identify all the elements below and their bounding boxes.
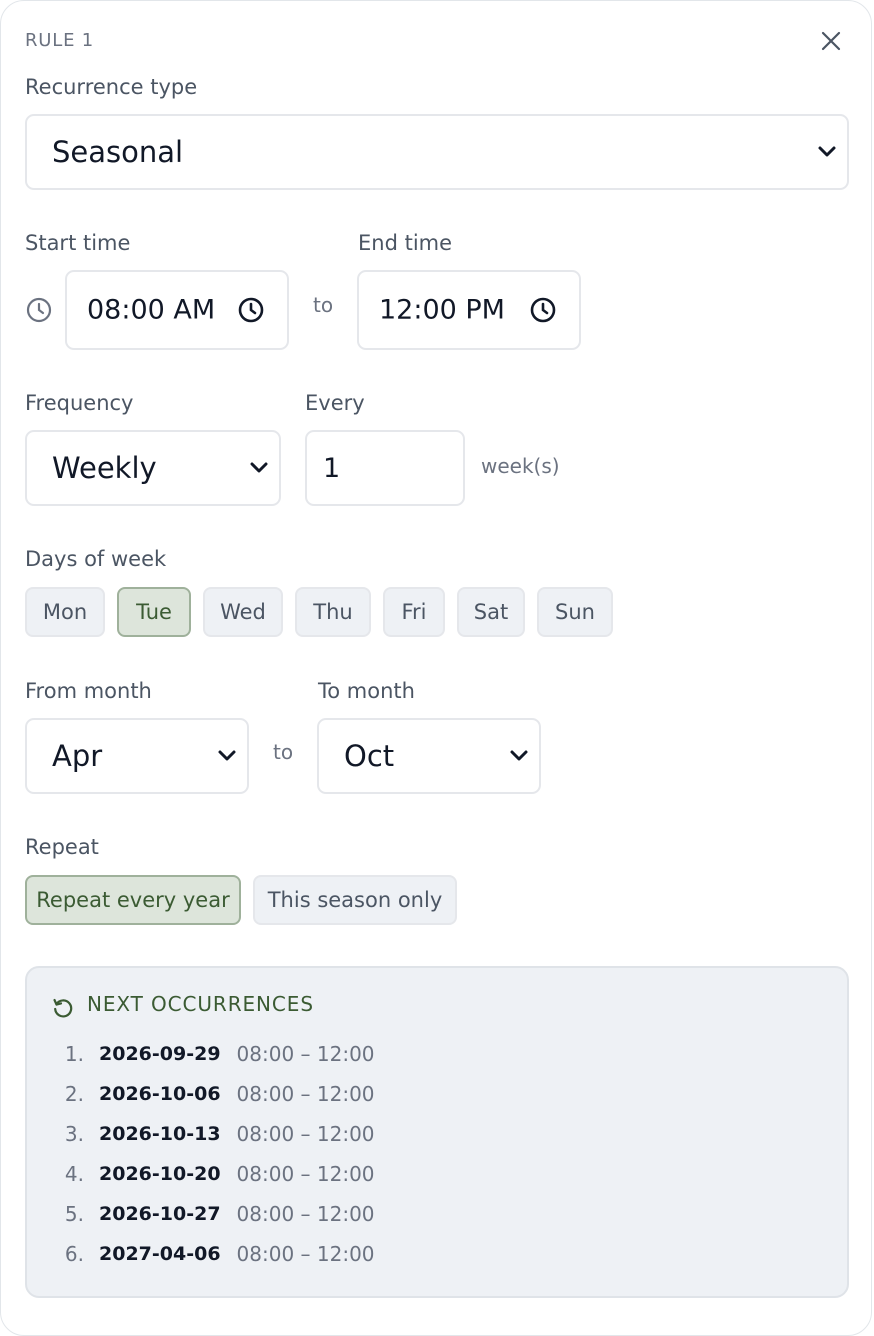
list-item: 6. 2027-04-06 08:00 – 12:00 bbox=[50, 1239, 375, 1269]
frequency-select[interactable]: Weekly bbox=[25, 430, 281, 506]
list-item: 4. 2026-10-20 08:00 – 12:00 bbox=[50, 1159, 375, 1189]
day-chip-label: Thu bbox=[313, 600, 353, 624]
end-time-value: 12:00 PM bbox=[379, 294, 505, 326]
rule-title: RULE 1 bbox=[25, 30, 95, 51]
day-chip-label: Wed bbox=[220, 600, 266, 624]
occurrence-date: 2026-10-20 bbox=[99, 1163, 221, 1185]
from-month-select[interactable]: Apr bbox=[25, 718, 249, 794]
occurrence-time: 08:00 – 12:00 bbox=[236, 1242, 375, 1266]
to-month-value: Oct bbox=[344, 739, 395, 773]
day-chip-thu[interactable]: Thu bbox=[295, 587, 371, 637]
recurrence-type-label: Recurrence type bbox=[25, 75, 198, 99]
repeat-option-label: Repeat every year bbox=[36, 888, 230, 912]
occurrence-time: 08:00 – 12:00 bbox=[236, 1162, 375, 1186]
day-chip-wed[interactable]: Wed bbox=[203, 587, 283, 637]
day-chip-label: Sat bbox=[473, 600, 509, 624]
next-occurrences-title: NEXT OCCURRENCES bbox=[87, 992, 314, 1016]
end-time-label: End time bbox=[358, 231, 453, 255]
occurrence-date: 2026-10-13 bbox=[99, 1123, 221, 1145]
frequency-value: Weekly bbox=[52, 451, 157, 485]
frequency-unit: week(s) bbox=[481, 454, 560, 478]
repeat-label: Repeat bbox=[25, 835, 99, 859]
end-time-input[interactable]: 12:00 PM bbox=[357, 270, 581, 350]
recurrence-type-value: Seasonal bbox=[52, 135, 184, 169]
repeat-option-label: This season only bbox=[267, 888, 443, 912]
occurrence-date: 2026-09-29 bbox=[99, 1043, 221, 1065]
day-chip-fri[interactable]: Fri bbox=[383, 587, 445, 637]
to-month-label: To month bbox=[318, 679, 415, 703]
day-chip-sun[interactable]: Sun bbox=[537, 587, 613, 637]
close-icon bbox=[821, 31, 841, 51]
repeat-every-year-button[interactable]: Repeat every year bbox=[25, 875, 241, 925]
clock-icon[interactable] bbox=[237, 296, 265, 324]
occurrence-index: 6. bbox=[64, 1242, 84, 1266]
this-season-only-button[interactable]: This season only bbox=[253, 875, 457, 925]
chevron-down-icon bbox=[218, 750, 236, 761]
recurrence-type-select[interactable]: Seasonal bbox=[25, 114, 849, 190]
occurrence-index: 4. bbox=[64, 1162, 84, 1186]
start-time-label: Start time bbox=[25, 231, 131, 255]
from-month-value: Apr bbox=[52, 739, 103, 773]
occurrence-date: 2026-10-27 bbox=[99, 1203, 221, 1225]
occurrence-date: 2027-04-06 bbox=[99, 1243, 221, 1265]
days-of-week-label: Days of week bbox=[25, 547, 167, 571]
occurrence-time: 08:00 – 12:00 bbox=[236, 1082, 375, 1106]
every-value: 1 bbox=[323, 452, 341, 484]
occurrence-time: 08:00 – 12:00 bbox=[236, 1122, 375, 1146]
occurrence-index: 2. bbox=[64, 1082, 84, 1106]
day-chip-label: Sun bbox=[555, 600, 595, 624]
occurrence-index: 3. bbox=[64, 1122, 84, 1146]
occurrence-time: 08:00 – 12:00 bbox=[236, 1042, 375, 1066]
frequency-label: Frequency bbox=[25, 391, 134, 415]
chevron-down-icon bbox=[250, 462, 268, 473]
start-time-value: 08:00 AM bbox=[87, 294, 216, 326]
occurrence-index: 5. bbox=[64, 1202, 84, 1226]
day-chip-label: Tue bbox=[136, 600, 172, 624]
every-input[interactable]: 1 bbox=[305, 430, 465, 506]
day-chip-mon[interactable]: Mon bbox=[25, 587, 105, 637]
list-item: 3. 2026-10-13 08:00 – 12:00 bbox=[50, 1119, 375, 1149]
every-label: Every bbox=[305, 391, 365, 415]
list-item: 5. 2026-10-27 08:00 – 12:00 bbox=[50, 1199, 375, 1229]
day-chip-sat[interactable]: Sat bbox=[457, 587, 525, 637]
start-time-input[interactable]: 08:00 AM bbox=[65, 270, 289, 350]
refresh-icon bbox=[53, 998, 73, 1018]
month-separator: to bbox=[273, 740, 294, 764]
occurrence-date: 2026-10-06 bbox=[99, 1083, 221, 1105]
close-button[interactable] bbox=[816, 26, 846, 56]
day-chip-label: Fri bbox=[401, 600, 427, 624]
chevron-down-icon bbox=[818, 146, 836, 157]
day-chip-tue[interactable]: Tue bbox=[117, 587, 191, 637]
to-month-select[interactable]: Oct bbox=[317, 718, 541, 794]
occurrence-index: 1. bbox=[64, 1042, 84, 1066]
list-item: 1. 2026-09-29 08:00 – 12:00 bbox=[50, 1039, 375, 1069]
chevron-down-icon bbox=[510, 750, 528, 761]
day-chip-label: Mon bbox=[42, 600, 88, 624]
occurrence-time: 08:00 – 12:00 bbox=[236, 1202, 375, 1226]
clock-icon bbox=[26, 297, 52, 323]
clock-icon[interactable] bbox=[529, 296, 557, 324]
list-item: 2. 2026-10-06 08:00 – 12:00 bbox=[50, 1079, 375, 1109]
time-separator: to bbox=[313, 293, 334, 317]
from-month-label: From month bbox=[25, 679, 152, 703]
